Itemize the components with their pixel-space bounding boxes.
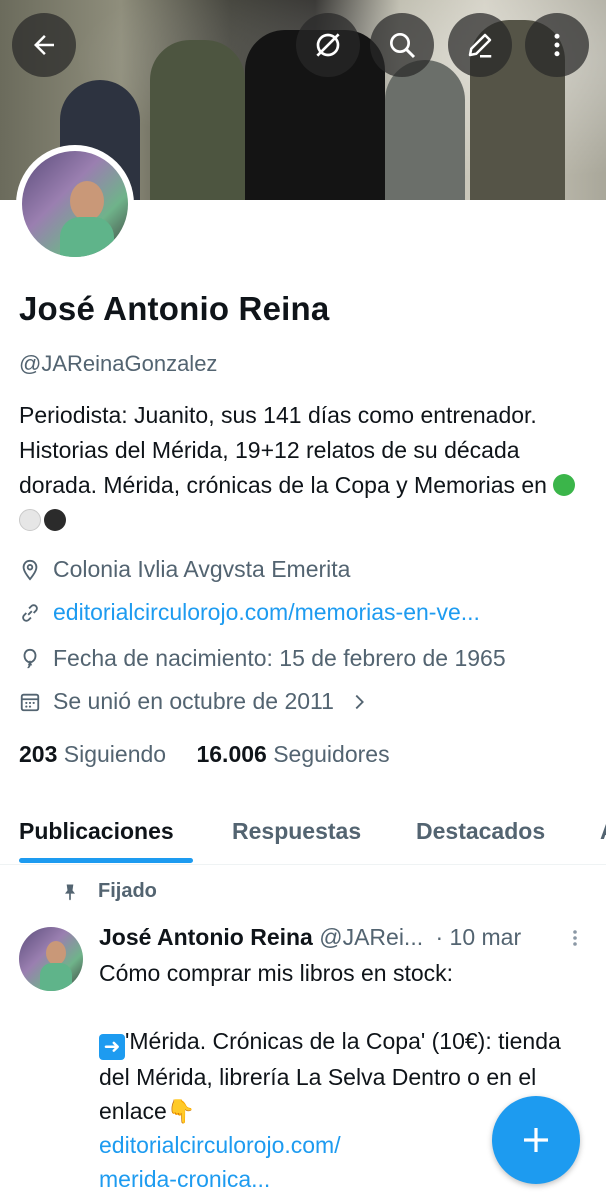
following-count: 203 — [19, 741, 58, 767]
follow-counts: 203 Siguiendo 16.006 Seguidores — [19, 741, 390, 768]
location-text: Colonia Ivlia Avgvsta Emerita — [53, 556, 351, 582]
avatar-shirt — [60, 217, 114, 257]
profile-name: José Antonio Reina — [19, 290, 330, 327]
bio-dot-black — [44, 509, 66, 531]
bio-dot-white — [19, 509, 41, 531]
post-line: ➜ 'Mérida. Crónicas de la Copa' (10€): ti… — [99, 1024, 569, 1128]
plus-icon — [524, 1128, 548, 1152]
bio-text: Periodista: Juanito, sus 141 días como e… — [19, 402, 547, 498]
tab-highlights[interactable]: Destacados — [416, 818, 545, 845]
link-icon — [22, 603, 38, 622]
bio-dot-green — [553, 474, 576, 496]
followers-count: 16.006 — [196, 741, 267, 767]
compose-button[interactable] — [492, 1096, 580, 1184]
location-icon — [22, 559, 38, 581]
profile-bio: Periodista: Juanito, sus 141 días como e… — [19, 398, 579, 538]
tab-replies[interactable]: Respuestas — [232, 818, 361, 845]
post-author[interactable]: José Antonio Reina — [99, 924, 313, 950]
avatar — [22, 151, 128, 257]
pointing-down-emoji-icon: 👇 — [166, 1098, 196, 1124]
banner-figure — [150, 40, 245, 200]
calendar-icon — [20, 693, 40, 711]
post-header: José Antonio Reina @JARei... · 10 mar — [99, 924, 521, 951]
back-button[interactable] — [12, 13, 76, 77]
chevron-right-icon — [355, 694, 364, 709]
pinned-label: Fijado — [98, 880, 157, 902]
following-link[interactable]: 203 Siguiendo — [19, 741, 166, 767]
search-icon — [390, 33, 416, 59]
grok-icon — [316, 33, 340, 57]
profile-location: Colonia Ivlia Avgvsta Emerita — [19, 556, 350, 583]
post-handle[interactable]: @JARei... — [319, 924, 423, 950]
post-avatar[interactable] — [19, 927, 83, 991]
profile-tabs: Publicaciones Respuestas Destacados A — [0, 800, 606, 865]
pin-icon — [65, 884, 75, 900]
followers-label: Seguidores — [273, 741, 390, 767]
profile-handle: @JAReinaGonzalez — [19, 351, 218, 376]
post-avatar-shirt — [40, 963, 72, 991]
more-vertical-icon — [573, 930, 577, 946]
grok-button[interactable] — [296, 13, 360, 77]
more-button[interactable] — [525, 13, 589, 77]
post-date[interactable]: · 10 mar — [436, 924, 522, 950]
arrow-right-emoji-icon: ➜ — [99, 1034, 125, 1060]
search-button[interactable] — [370, 13, 434, 77]
website-link[interactable]: editorialcirculorojo.com/memorias-en-ve.… — [53, 599, 480, 626]
avatar-person — [70, 181, 104, 221]
profile-website[interactable]: editorialcirculorojo.com/memorias-en-ve.… — [19, 599, 480, 626]
post-avatar-face — [46, 941, 66, 965]
profile-joined[interactable]: Se unió en octubre de 2011 — [19, 688, 382, 715]
profile-avatar-frame[interactable] — [16, 145, 134, 263]
birthdate-text: Fecha de nacimiento: 15 de febrero de 19… — [53, 645, 506, 671]
followers-link[interactable]: 16.006 Seguidores — [196, 741, 389, 767]
profile-birthdate: Fecha de nacimiento: 15 de febrero de 19… — [19, 645, 506, 672]
post-line: Cómo comprar mis libros en stock: — [99, 960, 454, 986]
banner-figure — [385, 60, 465, 200]
post-link[interactable]: merida-cronica... — [99, 1162, 569, 1196]
active-tab-indicator — [19, 858, 193, 863]
edit-button[interactable] — [448, 13, 512, 77]
pinned-indicator: Fijado — [60, 880, 157, 903]
edit-icon — [468, 33, 492, 58]
more-vertical-icon — [554, 33, 560, 57]
tab-posts[interactable]: Publicaciones — [19, 818, 174, 845]
post-more-button[interactable] — [566, 926, 584, 955]
tab-next-partial[interactable]: A — [600, 818, 606, 845]
balloon-icon — [23, 648, 37, 668]
following-label: Siguiendo — [63, 741, 167, 767]
joined-text: Se unió en octubre de 2011 — [53, 688, 334, 714]
arrow-left-icon — [34, 35, 54, 55]
